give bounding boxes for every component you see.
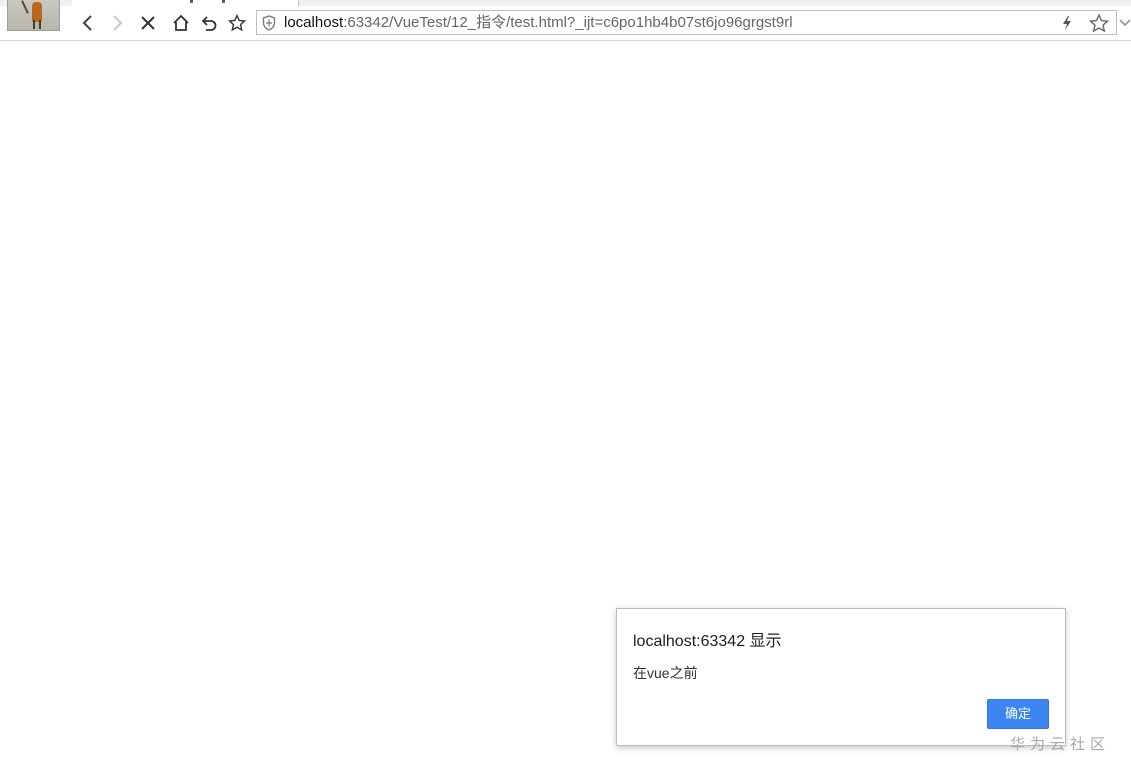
chevron-down-icon[interactable] — [1119, 19, 1131, 27]
stop-button[interactable] — [136, 12, 160, 34]
home-button[interactable] — [169, 12, 193, 34]
star-icon — [228, 14, 246, 32]
tab-title-fragment — [222, 0, 225, 3]
stop-icon — [141, 16, 155, 30]
tab-title-fragment — [190, 0, 193, 3]
back-button[interactable] — [76, 12, 100, 34]
forward-icon — [113, 15, 123, 31]
favorite-star-icon[interactable] — [1089, 14, 1109, 32]
bookmark-button[interactable] — [225, 12, 249, 34]
watermark: 华为云社区 — [1010, 735, 1111, 753]
url-path: :63342/VueTest/12_指令/test.html?_ijt=c6po… — [343, 14, 793, 31]
address-bar[interactable]: localhost:63342/VueTest/12_指令/test.html?… — [256, 10, 1117, 35]
ok-button[interactable]: 确定 — [987, 699, 1049, 729]
undo-icon — [201, 16, 217, 31]
undo-button[interactable] — [197, 12, 221, 34]
user-avatar[interactable] — [7, 0, 60, 31]
shield-icon — [262, 15, 276, 31]
lightning-icon[interactable] — [1062, 16, 1072, 30]
back-icon — [82, 15, 92, 31]
alert-dialog: localhost:63342 显示 在vue之前 确定 — [616, 608, 1066, 746]
forward-button[interactable] — [105, 12, 129, 34]
url-host: localhost — [284, 14, 344, 31]
home-icon — [173, 14, 189, 31]
dialog-title: localhost:63342 显示 — [633, 633, 782, 650]
browser-toolbar: localhost:63342/VueTest/12_指令/test.html?… — [0, 6, 1131, 40]
dialog-message: 在vue之前 — [633, 665, 698, 681]
url-text[interactable]: localhost:63342/VueTest/12_指令/test.html?… — [284, 15, 793, 31]
